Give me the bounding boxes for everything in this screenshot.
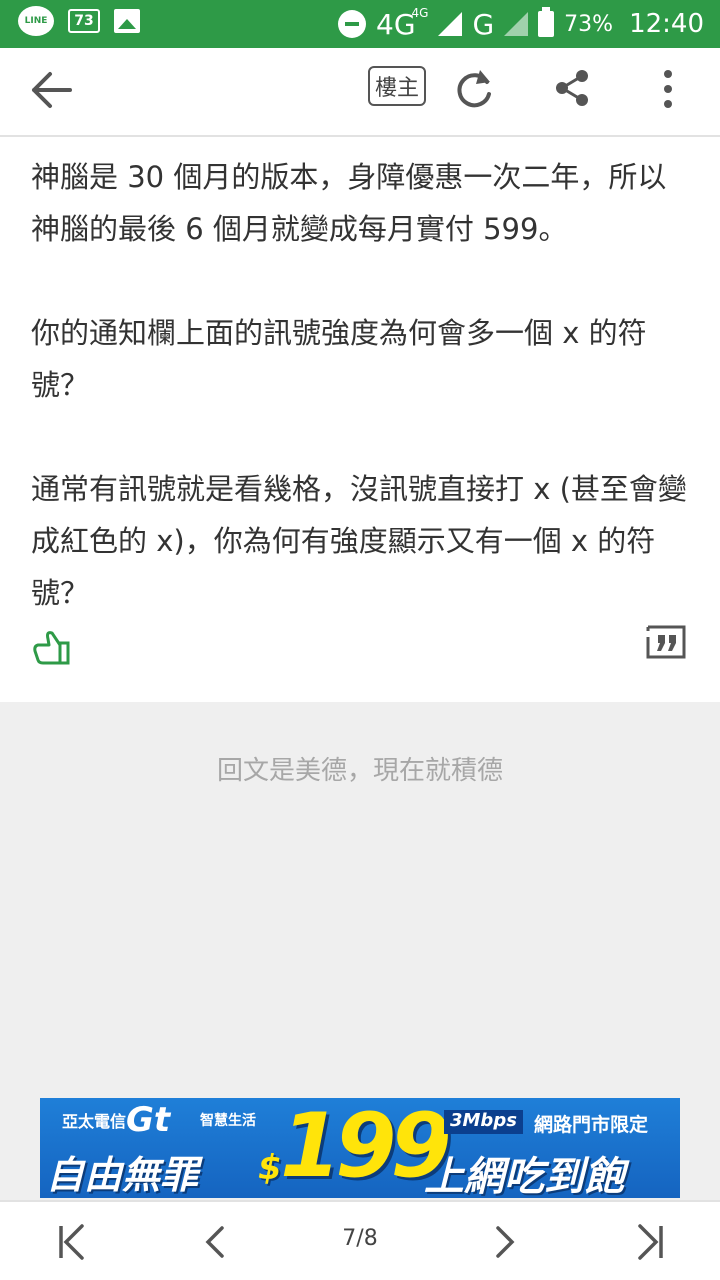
bottom-pager: 7/8 xyxy=(0,1200,720,1280)
chevron-left-icon xyxy=(205,1226,224,1258)
network-type: 4G4G xyxy=(376,5,429,41)
page-indicator: 7/8 xyxy=(342,1226,378,1251)
post-paragraph: 神腦是 30 個月的版本，身障優惠一次二年，所以神腦的最後 6 個月就變成每月實… xyxy=(31,160,667,246)
arrow-left-icon xyxy=(32,72,72,108)
post-paragraph: 你的通知欄上面的訊號強度為何會多一個 x 的符號？ xyxy=(31,316,647,402)
line-icon-label: LINE xyxy=(24,16,48,26)
calendar-badge: 73 xyxy=(74,13,94,29)
ad-tagline: 上網吃到飽 xyxy=(424,1154,624,1198)
calendar-icon: 73 xyxy=(68,9,100,33)
previous-page-button[interactable] xyxy=(196,1222,236,1262)
network-type-2: G xyxy=(472,7,495,41)
network-sup-label: 4G xyxy=(411,5,429,20)
quote-icon xyxy=(646,625,686,659)
image-icon xyxy=(114,9,140,33)
ad-price: 199 xyxy=(280,1098,452,1197)
author-only-label: 樓主 xyxy=(374,76,419,101)
ad-logo: Gt xyxy=(126,1100,171,1140)
author-only-button[interactable]: 樓主 xyxy=(368,66,426,106)
signal-icon xyxy=(438,12,463,36)
quote-reply-button[interactable] xyxy=(644,623,688,661)
battery-icon xyxy=(538,7,555,37)
refresh-button[interactable] xyxy=(454,66,496,112)
refresh-icon xyxy=(457,70,491,108)
status-bar: LINE 73 4G4G G 73% 12:40 xyxy=(0,0,720,48)
more-vertical-icon xyxy=(664,70,672,108)
ad-brand: 亞太電信 xyxy=(62,1112,127,1131)
do-not-disturb-icon xyxy=(338,10,366,38)
ad-subtitle: 智慧生活 xyxy=(200,1113,256,1129)
more-options-button[interactable] xyxy=(650,68,686,110)
share-button[interactable] xyxy=(552,68,592,108)
battery-percent: 73% xyxy=(564,11,614,37)
ad-headline: 自由無罪 xyxy=(46,1153,199,1197)
first-page-icon xyxy=(59,1224,84,1260)
thumbs-up-icon xyxy=(33,631,70,665)
last-page-button[interactable] xyxy=(630,1222,670,1262)
ad-banner[interactable]: 亞太電信 Gt 智慧生活 自由無罪 $ 199 3Mbps 網路門市限定 上網吃… xyxy=(40,1098,680,1198)
reply-prompt[interactable]: 回文是美德，現在就積德 xyxy=(0,750,720,787)
ad-currency: $ xyxy=(258,1148,282,1188)
post-paragraph: 通常有訊號就是看幾格，沒訊號直接打 x (甚至會變成紅色的 x)，你為何有強度顯… xyxy=(31,472,687,610)
network-type-label: 4G xyxy=(376,7,416,41)
signal-no-data-icon xyxy=(504,12,529,36)
post-body: 神腦是 30 個月的版本，身障優惠一次二年，所以神腦的最後 6 個月就變成每月實… xyxy=(31,151,691,619)
clock: 12:40 xyxy=(629,9,704,39)
back-button[interactable] xyxy=(30,68,78,112)
last-page-icon xyxy=(638,1224,663,1260)
like-button[interactable] xyxy=(32,627,72,667)
top-toolbar: 樓主 xyxy=(0,48,720,136)
ad-store-note: 網路門市限定 xyxy=(534,1114,649,1136)
line-app-icon: LINE xyxy=(18,6,54,36)
next-page-button[interactable] xyxy=(484,1222,524,1262)
first-page-button[interactable] xyxy=(52,1222,92,1262)
share-icon xyxy=(556,70,588,106)
ad-speed: 3Mbps xyxy=(444,1110,523,1134)
chevron-right-icon xyxy=(496,1226,515,1258)
post-content: 神腦是 30 個月的版本，身障優惠一次二年，所以神腦的最後 6 個月就變成每月實… xyxy=(0,137,720,702)
